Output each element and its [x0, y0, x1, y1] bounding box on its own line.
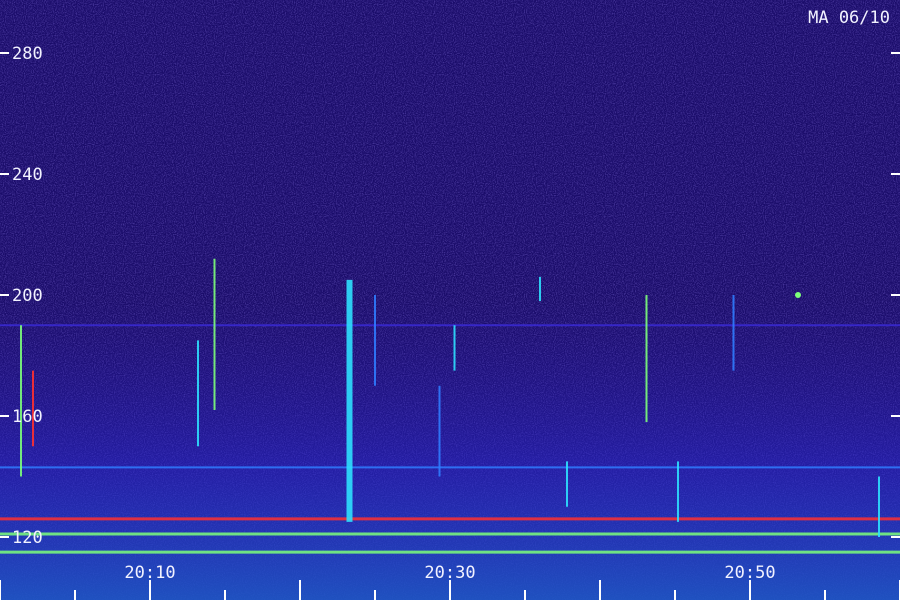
y-tick-label-160: 160 [12, 407, 43, 427]
spectrogram-plot: 280 240 200 160 120 20:10 20:30 20:50 MA 06/10 [0, 0, 900, 600]
y-tick-label-240: 240 [12, 165, 43, 185]
station-label: MA 06/10 [808, 8, 890, 28]
x-tick-label-20:30: 20:30 [424, 563, 475, 583]
y-tick-label-280: 280 [12, 44, 43, 64]
y-tick-label-200: 200 [12, 286, 43, 306]
low-frequency-glow [0, 300, 900, 600]
spot-0 [795, 292, 801, 298]
signal-spots [795, 292, 801, 298]
y-tick-label-120: 120 [12, 528, 43, 548]
x-tick-label-20:50: 20:50 [724, 563, 775, 583]
x-tick-label-20:10: 20:10 [124, 563, 175, 583]
